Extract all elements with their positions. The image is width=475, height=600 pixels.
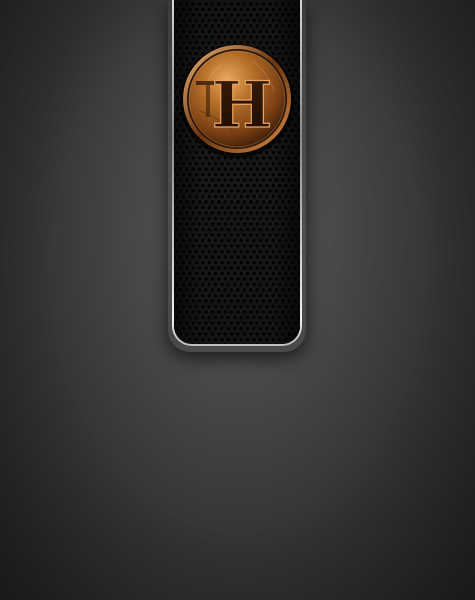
- wallpaper-screen: { "emblem": { "letter": "H", "icon": "br…: [0, 0, 475, 600]
- bronze-h-medallion-icon: H: [178, 41, 296, 159]
- emblem-letter: H: [212, 68, 272, 143]
- tag-panel: H: [174, 0, 300, 344]
- hanging-tag: H: [172, 0, 302, 346]
